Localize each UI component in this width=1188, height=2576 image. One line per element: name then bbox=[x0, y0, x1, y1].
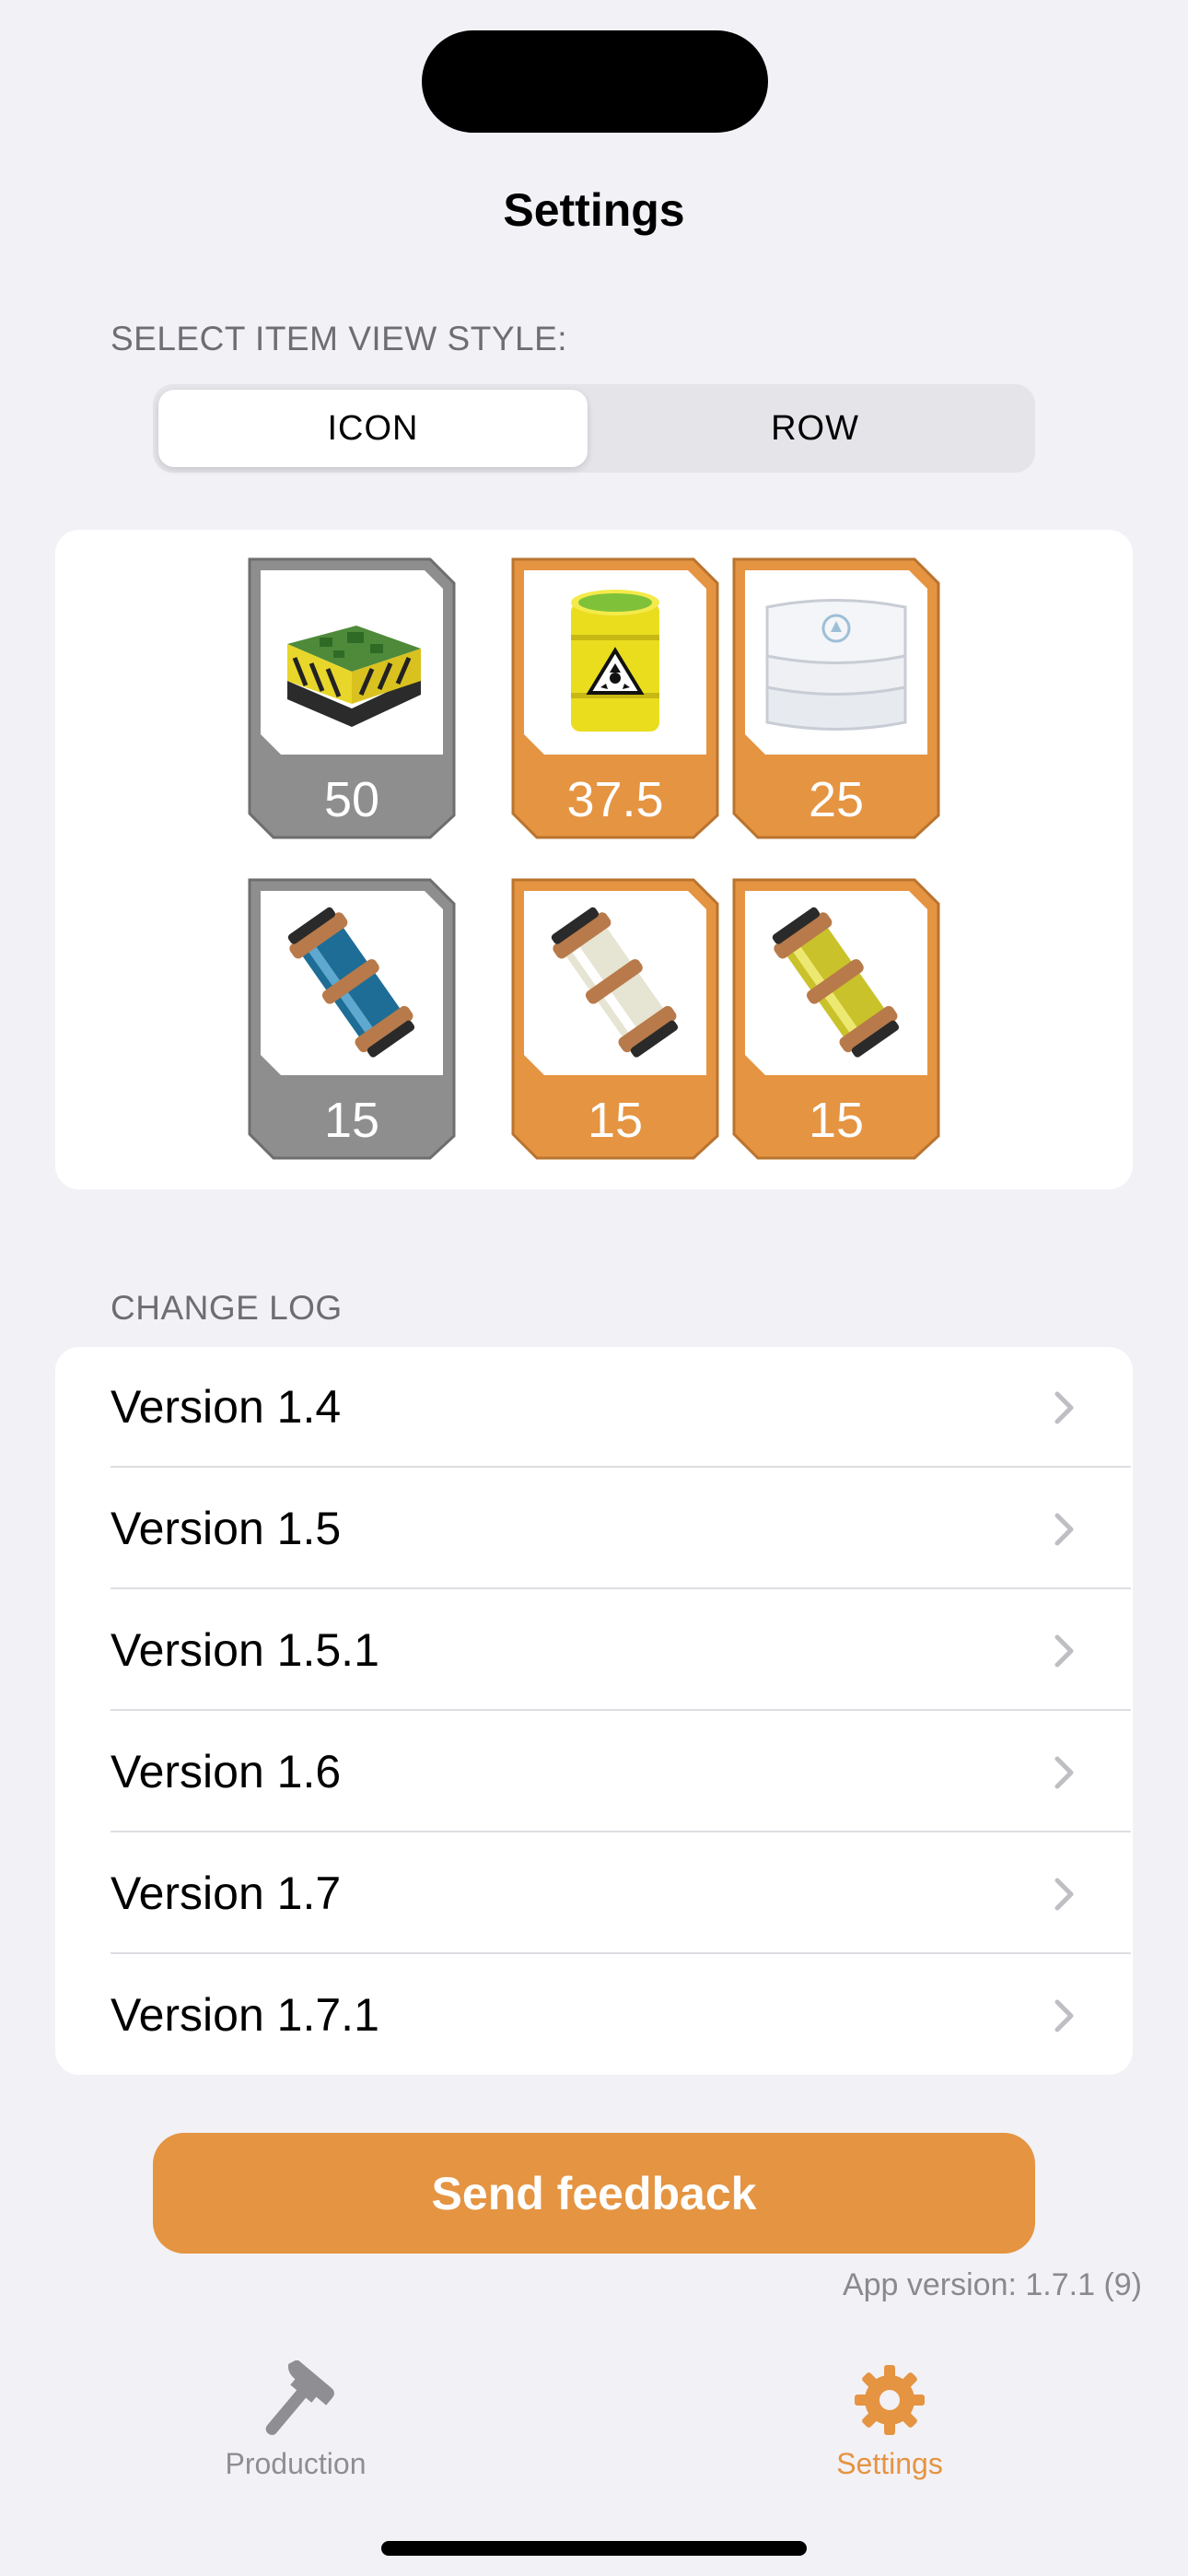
changelog-row-1-5-1[interactable]: Version 1.5.1 bbox=[55, 1590, 1131, 1711]
chevron-right-icon bbox=[1054, 1391, 1074, 1424]
version-label: Version 1.4 bbox=[111, 1381, 342, 1433]
gear-icon bbox=[779, 2359, 1000, 2441]
radioactive-barrel-icon bbox=[524, 570, 706, 755]
tab-production-label: Production bbox=[225, 2447, 367, 2480]
tab-settings-label: Settings bbox=[836, 2447, 943, 2480]
yellow-canister-icon bbox=[745, 891, 927, 1075]
view-style-label: SELECT ITEM VIEW STYLE: bbox=[111, 320, 568, 357]
segment-icon[interactable]: ICON bbox=[158, 390, 588, 467]
chevron-right-icon bbox=[1054, 1513, 1074, 1546]
segment-row[interactable]: ROW bbox=[600, 390, 1030, 467]
white-canister-icon bbox=[524, 891, 706, 1075]
version-label: Version 1.5 bbox=[111, 1503, 342, 1554]
divider bbox=[111, 1587, 1131, 1589]
sack-stack-icon bbox=[745, 570, 927, 755]
changelog-label: CHANGE LOG bbox=[111, 1289, 343, 1327]
item-quantity: 25 bbox=[808, 772, 865, 827]
chevron-right-icon bbox=[1054, 1756, 1074, 1789]
item-quantity: 15 bbox=[587, 1093, 644, 1148]
chevron-right-icon bbox=[1054, 1878, 1074, 1911]
version-label: Version 1.5.1 bbox=[111, 1624, 379, 1676]
divider bbox=[111, 1831, 1131, 1832]
tab-production[interactable]: Production bbox=[185, 2359, 406, 2481]
changelog-row-1-7-1[interactable]: Version 1.7.1 bbox=[55, 1955, 1131, 2075]
page-title: Settings bbox=[503, 184, 685, 236]
item-preview-card: 50 37.5 25 15 15 15 bbox=[55, 530, 1133, 1189]
item-tile[interactable]: 25 bbox=[732, 557, 940, 839]
divider bbox=[111, 1466, 1131, 1468]
blue-canister-icon bbox=[261, 891, 443, 1075]
version-label: Version 1.6 bbox=[111, 1746, 342, 1797]
item-tile[interactable]: 15 bbox=[248, 878, 456, 1160]
changelog-row-1-5[interactable]: Version 1.5 bbox=[55, 1469, 1131, 1589]
chevron-right-icon bbox=[1054, 1634, 1074, 1668]
item-tile[interactable]: 15 bbox=[732, 878, 940, 1160]
item-tile[interactable]: 50 bbox=[248, 557, 456, 839]
send-feedback-button[interactable]: Send feedback bbox=[153, 2133, 1035, 2254]
divider bbox=[111, 1709, 1131, 1711]
view-style-segmented-control: ICON ROW bbox=[153, 384, 1035, 473]
app-version-text: App version: 1.7.1 (9) bbox=[842, 2267, 1142, 2302]
item-tile[interactable]: 15 bbox=[511, 878, 719, 1160]
item-quantity: 50 bbox=[323, 772, 380, 827]
hammer-icon bbox=[185, 2359, 406, 2441]
item-quantity: 15 bbox=[808, 1093, 865, 1148]
changelog-list: Version 1.4 Version 1.5 Version 1.5.1 Ve… bbox=[55, 1347, 1133, 2075]
home-indicator bbox=[381, 2541, 807, 2556]
changelog-row-1-7[interactable]: Version 1.7 bbox=[55, 1833, 1131, 1954]
item-quantity: 37.5 bbox=[566, 772, 664, 827]
changelog-row-1-6[interactable]: Version 1.6 bbox=[55, 1712, 1131, 1832]
version-label: Version 1.7.1 bbox=[111, 1989, 379, 2041]
chevron-right-icon bbox=[1054, 1999, 1074, 2032]
item-quantity: 15 bbox=[323, 1093, 380, 1148]
item-tile[interactable]: 37.5 bbox=[511, 557, 719, 839]
tab-settings[interactable]: Settings bbox=[779, 2359, 1000, 2481]
circuit-crate-icon bbox=[261, 570, 443, 755]
dynamic-island bbox=[422, 30, 768, 133]
version-label: Version 1.7 bbox=[111, 1868, 342, 1919]
changelog-row-1-4[interactable]: Version 1.4 bbox=[55, 1347, 1131, 1468]
divider bbox=[111, 1952, 1131, 1954]
